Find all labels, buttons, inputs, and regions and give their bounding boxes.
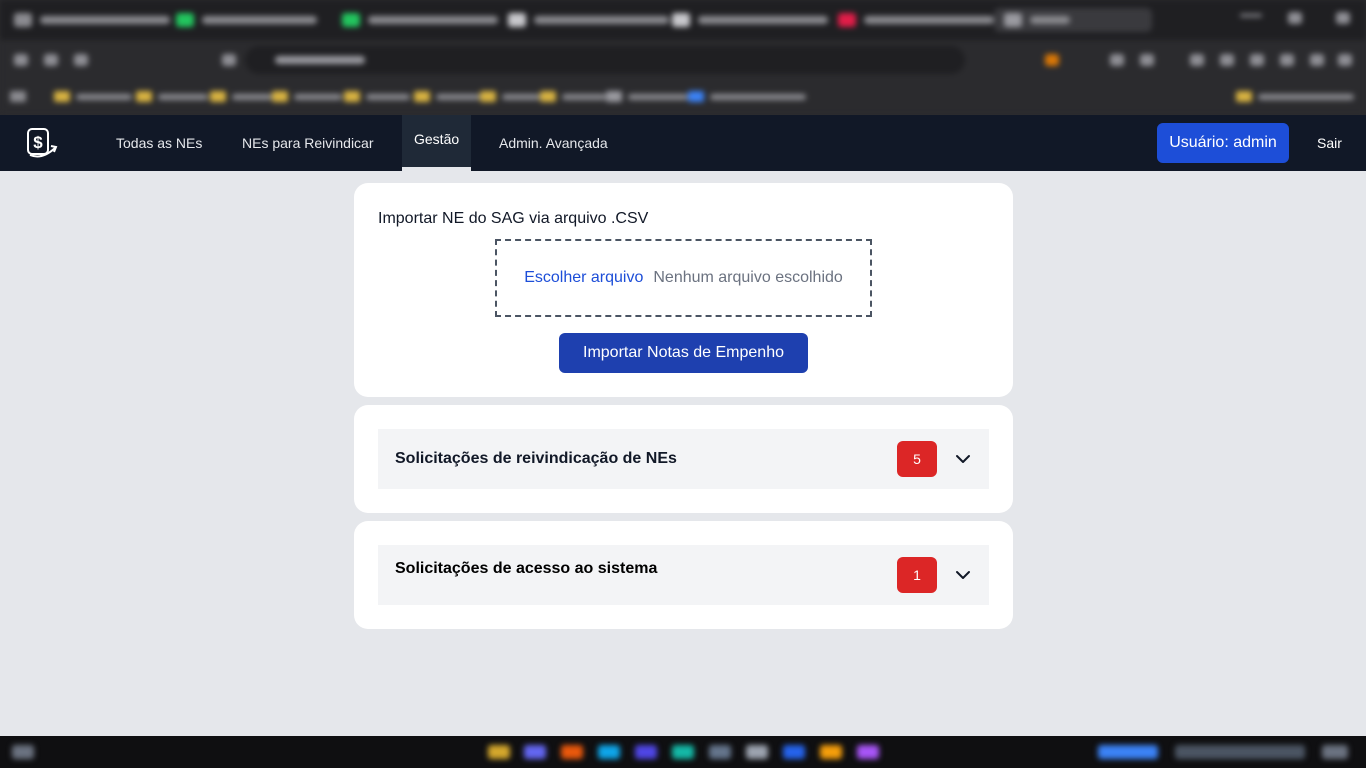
nav-link-admin-avancada[interactable]: Admin. Avançada xyxy=(499,115,608,171)
user-button[interactable]: Usuário: admin xyxy=(1157,123,1289,163)
bookmark-item[interactable] xyxy=(1236,91,1354,102)
import-card: Importar NE do SAG via arquivo .CSV Esco… xyxy=(354,183,1013,397)
bookmark-item[interactable] xyxy=(414,91,480,102)
extension-icon[interactable] xyxy=(1140,54,1154,66)
os-taskbar xyxy=(0,736,1366,768)
claims-requests-card: Solicitações de reivindicação de NEs 5 xyxy=(354,405,1013,513)
reload-icon[interactable] xyxy=(74,54,88,66)
close-icon[interactable] xyxy=(1336,12,1350,24)
menu-icon[interactable] xyxy=(1338,54,1352,66)
browser-toolbar xyxy=(0,40,1366,80)
browser-tab-active[interactable] xyxy=(994,8,1152,32)
access-requests-card: Solicitações de acesso ao sistema 1 xyxy=(354,521,1013,629)
taskbar-app-icon[interactable] xyxy=(709,745,731,759)
taskbar-app-icon[interactable] xyxy=(561,745,583,759)
browser-tabstrip xyxy=(0,0,1366,40)
extension-icon[interactable] xyxy=(1110,54,1124,66)
app-navbar: $ Todas as NEs NEs para Reivindicar Gest… xyxy=(0,115,1366,171)
bookmark-item[interactable] xyxy=(210,91,272,102)
taskbar-app-icon[interactable] xyxy=(746,745,768,759)
back-icon[interactable] xyxy=(14,54,28,66)
browser-tab[interactable] xyxy=(838,8,994,32)
bookmark-item[interactable] xyxy=(480,91,540,102)
chevron-down-icon[interactable] xyxy=(955,568,971,582)
taskbar-app-icon[interactable] xyxy=(672,745,694,759)
file-input[interactable]: Escolher arquivo Nenhum arquivo escolhid… xyxy=(495,239,872,317)
taskbar-app-icon[interactable] xyxy=(488,745,510,759)
tray-icons[interactable] xyxy=(1098,745,1158,759)
taskbar-app-icon[interactable] xyxy=(635,745,657,759)
nav-link-gestao[interactable]: Gestão xyxy=(402,115,471,171)
profile-icon[interactable] xyxy=(1310,54,1324,66)
import-title: Importar NE do SAG via arquivo .CSV xyxy=(378,210,649,227)
extension-icon[interactable] xyxy=(1280,54,1294,66)
browser-tab[interactable] xyxy=(14,8,170,32)
nav-link-nes-reivindicar[interactable]: NEs para Reivindicar xyxy=(242,115,374,171)
bookmark-item[interactable] xyxy=(540,91,606,102)
browser-tab[interactable] xyxy=(342,8,498,32)
extension-icon[interactable] xyxy=(1220,54,1234,66)
address-url xyxy=(275,56,365,64)
taskbar-app-icon[interactable] xyxy=(598,745,620,759)
browser-tab[interactable] xyxy=(176,8,317,32)
apps-icon[interactable] xyxy=(10,91,32,102)
no-file-text: Nenhum arquivo escolhido xyxy=(653,269,843,286)
start-icon[interactable] xyxy=(12,745,34,759)
extension-icon[interactable] xyxy=(1190,54,1204,66)
bookmarks-bar xyxy=(0,80,1366,115)
access-requests-title: Solicitações de acesso ao sistema xyxy=(395,560,658,577)
tray-clock xyxy=(1175,745,1305,759)
choose-file-button[interactable]: Escolher arquivo xyxy=(524,269,643,287)
notification-icon[interactable] xyxy=(1322,745,1348,759)
bookmark-item[interactable] xyxy=(606,91,688,102)
forward-icon[interactable] xyxy=(44,54,58,66)
app-logo-icon[interactable]: $ xyxy=(24,126,58,160)
taskbar-app-icon[interactable] xyxy=(820,745,842,759)
access-requests-accordion[interactable]: Solicitações de acesso ao sistema 1 xyxy=(378,545,989,605)
browser-tab[interactable] xyxy=(508,8,669,32)
bookmark-item[interactable] xyxy=(272,91,342,102)
bookmark-item[interactable] xyxy=(344,91,410,102)
chevron-down-icon[interactable] xyxy=(955,452,971,466)
taskbar-app-icon[interactable] xyxy=(524,745,546,759)
access-count-badge: 1 xyxy=(897,557,937,593)
taskbar-app-icon[interactable] xyxy=(783,745,805,759)
minimize-icon[interactable] xyxy=(1240,14,1262,17)
browser-chrome xyxy=(0,0,1366,115)
maximize-icon[interactable] xyxy=(1288,12,1302,24)
import-button[interactable]: Importar Notas de Empenho xyxy=(559,333,808,373)
browser-tab[interactable] xyxy=(672,8,828,32)
extension-icon[interactable] xyxy=(1250,54,1264,66)
home-icon[interactable] xyxy=(222,54,236,66)
svg-text:$: $ xyxy=(33,133,43,152)
claims-count-badge: 5 xyxy=(897,441,937,477)
nav-link-todas-nes[interactable]: Todas as NEs xyxy=(116,115,202,171)
claims-requests-accordion[interactable]: Solicitações de reivindicação de NEs 5 xyxy=(378,429,989,489)
extension-icon[interactable] xyxy=(1045,54,1059,66)
logout-link[interactable]: Sair xyxy=(1317,115,1342,171)
taskbar-app-icon[interactable] xyxy=(857,745,879,759)
address-bar[interactable] xyxy=(245,46,965,74)
claims-requests-title: Solicitações de reivindicação de NEs xyxy=(395,450,677,467)
bookmark-item[interactable] xyxy=(136,91,208,102)
bookmark-item[interactable] xyxy=(54,91,132,102)
bookmark-item[interactable] xyxy=(688,91,806,102)
